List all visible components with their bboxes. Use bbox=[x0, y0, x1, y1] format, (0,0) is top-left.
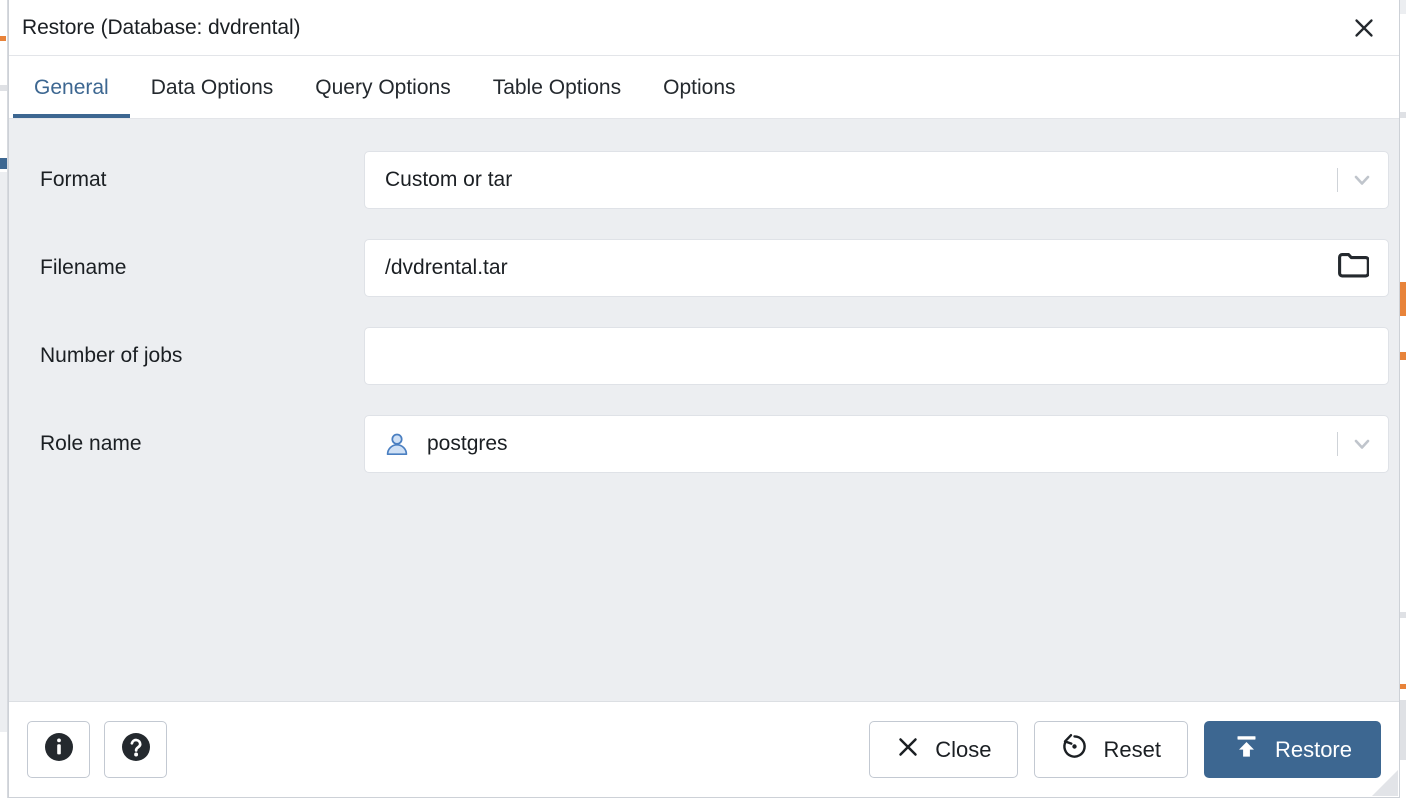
filename-input[interactable]: /dvdrental.tar bbox=[364, 239, 1389, 297]
tab-data-options[interactable]: Data Options bbox=[130, 56, 295, 119]
help-button[interactable] bbox=[104, 721, 167, 778]
number-of-jobs-input[interactable] bbox=[364, 327, 1389, 385]
background-grey-mark bbox=[0, 85, 7, 91]
dialog-resize-handle[interactable] bbox=[1372, 770, 1398, 796]
background-right-mark-4 bbox=[1400, 352, 1406, 360]
reset-button[interactable]: Reset bbox=[1034, 721, 1188, 778]
info-icon bbox=[44, 732, 74, 767]
background-right-mark-3 bbox=[1400, 282, 1406, 316]
background-right-mark-2 bbox=[1400, 112, 1406, 118]
background-blue-mark bbox=[0, 158, 7, 169]
tab-data-options-label: Data Options bbox=[150, 75, 274, 99]
tab-general-label: General bbox=[34, 75, 109, 99]
role-name-label: Role name bbox=[40, 432, 142, 455]
dialog-tabs: General Data Options Query Options Table… bbox=[9, 56, 1399, 119]
form-row-format: Format Custom or tar bbox=[9, 136, 1399, 224]
background-right-sliver bbox=[1400, 0, 1406, 798]
info-button[interactable] bbox=[27, 721, 90, 778]
role-name-value: postgres bbox=[427, 432, 508, 455]
background-left-sliver bbox=[0, 0, 8, 798]
chevron-down-icon[interactable] bbox=[1350, 432, 1374, 456]
role-name-select-divider bbox=[1337, 432, 1338, 456]
footer-left-actions bbox=[27, 721, 167, 778]
role-name-control: postgres bbox=[364, 415, 1389, 473]
x-icon bbox=[896, 735, 920, 765]
close-button-label: Close bbox=[935, 736, 992, 762]
close-dialog-button[interactable] bbox=[1347, 11, 1381, 45]
question-mark-icon bbox=[121, 732, 151, 767]
filename-control: /dvdrental.tar bbox=[364, 239, 1389, 297]
number-of-jobs-control bbox=[364, 327, 1389, 385]
close-button[interactable]: Close bbox=[869, 721, 1019, 778]
form-row-number-of-jobs: Number of jobs bbox=[9, 312, 1399, 400]
tab-table-options[interactable]: Table Options bbox=[472, 56, 642, 119]
dialog-title: Restore (Database: dvdrental) bbox=[22, 15, 301, 39]
reset-button-label: Reset bbox=[1103, 736, 1161, 762]
filename-label: Filename bbox=[40, 256, 127, 279]
background-right-mark-1 bbox=[1400, 0, 1406, 14]
chevron-down-icon[interactable] bbox=[1350, 168, 1374, 192]
upload-icon bbox=[1233, 733, 1260, 766]
tab-query-options-label: Query Options bbox=[315, 75, 451, 99]
format-select[interactable]: Custom or tar bbox=[364, 151, 1389, 209]
tab-options-label: Options bbox=[663, 75, 736, 99]
format-select-adornment bbox=[1337, 152, 1374, 208]
tab-options[interactable]: Options bbox=[642, 56, 756, 119]
dialog-titlebar: Restore (Database: dvdrental) bbox=[9, 0, 1399, 56]
folder-icon bbox=[1337, 252, 1370, 284]
restore-button[interactable]: Restore bbox=[1203, 721, 1381, 778]
tab-table-options-label: Table Options bbox=[492, 75, 622, 99]
restore-button-label: Restore bbox=[1274, 736, 1352, 762]
filename-input-value: /dvdrental.tar bbox=[385, 256, 508, 279]
form-row-role-name: Role name postgres bbox=[9, 400, 1399, 488]
tab-general[interactable]: General bbox=[13, 56, 130, 119]
general-tab-panel: Format Custom or tar Filename /dvdrental… bbox=[9, 119, 1399, 701]
form-row-filename: Filename /dvdrental.tar bbox=[9, 224, 1399, 312]
close-icon bbox=[1351, 15, 1377, 41]
screen: Restore (Database: dvdrental) General Da… bbox=[0, 0, 1406, 798]
background-right-mark-6 bbox=[1400, 684, 1406, 689]
background-right-mark-7 bbox=[1400, 700, 1406, 760]
format-control: Custom or tar bbox=[364, 151, 1389, 209]
format-select-value: Custom or tar bbox=[385, 168, 513, 191]
format-label: Format bbox=[40, 168, 107, 191]
dialog-footer: Close Reset Restore bbox=[9, 701, 1399, 797]
role-name-select[interactable]: postgres bbox=[364, 415, 1389, 473]
restore-dialog: Restore (Database: dvdrental) General Da… bbox=[8, 0, 1400, 798]
format-select-divider bbox=[1337, 168, 1338, 192]
tab-query-options[interactable]: Query Options bbox=[294, 56, 471, 119]
user-icon bbox=[383, 431, 411, 457]
background-right-mark-5 bbox=[1400, 612, 1406, 618]
reset-icon bbox=[1061, 733, 1088, 766]
background-accent-mark bbox=[0, 36, 6, 41]
footer-right-actions: Close Reset Restore bbox=[869, 721, 1381, 778]
number-of-jobs-label: Number of jobs bbox=[40, 344, 183, 367]
background-tint bbox=[0, 172, 7, 732]
role-name-select-adornment bbox=[1337, 416, 1374, 472]
browse-file-button[interactable] bbox=[1336, 253, 1370, 283]
